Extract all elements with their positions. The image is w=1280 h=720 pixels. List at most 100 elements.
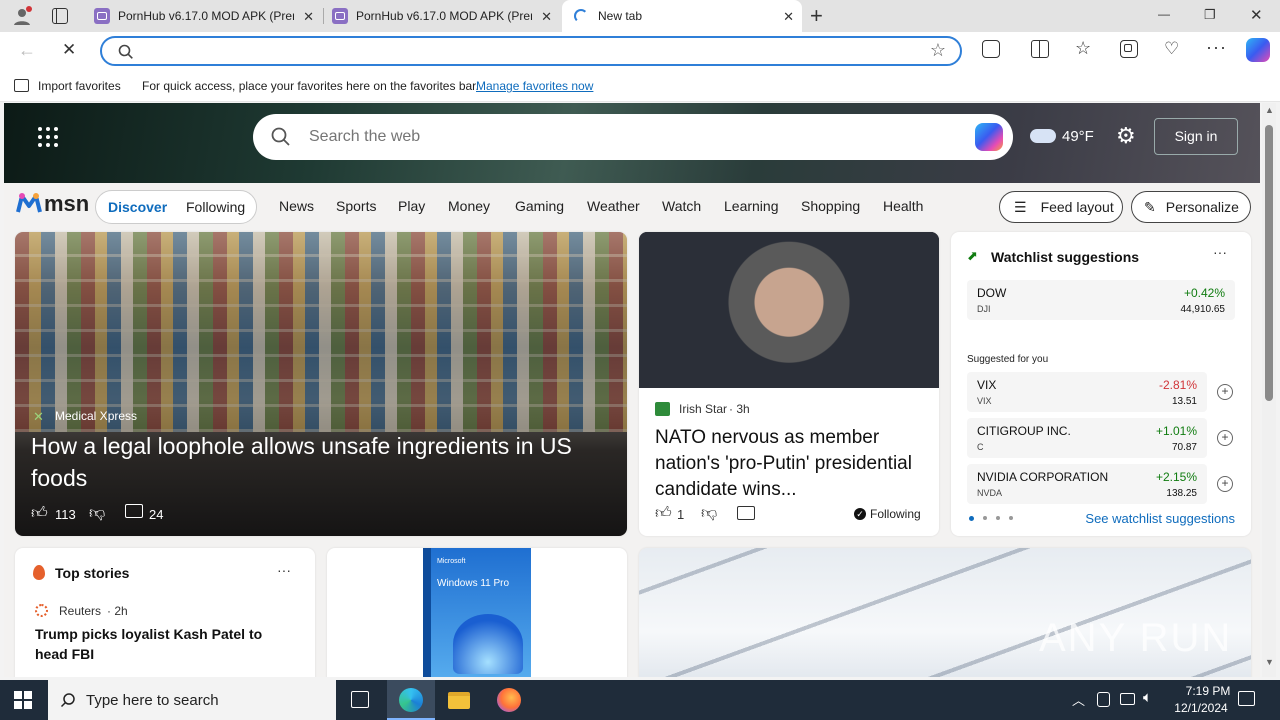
msn-logo[interactable]: msn [16,191,89,217]
like-icon[interactable]: 👍︎ [31,504,48,523]
close-tab-icon[interactable]: ✕ [541,9,552,25]
firefox-icon[interactable] [497,688,521,712]
add-to-watchlist-icon[interactable]: + [1217,476,1233,492]
manage-favorites-link[interactable]: Manage favorites now [476,79,593,93]
story-headline[interactable]: How a legal loophole allows unsafe ingre… [31,430,621,494]
close-tab-icon[interactable]: ✕ [783,9,794,25]
address-input[interactable] [148,41,908,61]
add-to-watchlist-icon[interactable]: + [1217,384,1233,400]
web-search-input[interactable] [309,126,909,148]
show-hidden-icons-icon[interactable]: ︿ [1072,690,1085,709]
restore-button[interactable]: ❐ [1204,7,1216,23]
tab-3-active[interactable]: New tab ✕ [562,0,802,32]
nav-gaming[interactable]: Gaming [515,198,564,214]
web-search-box[interactable] [253,114,1013,160]
stock-name: NVIDIA CORPORATION [977,470,1109,484]
scrollbar-thumb[interactable] [1265,125,1273,401]
ad-card[interactable]: Microsoft Windows 11 Pro [327,548,627,677]
tab-discover[interactable]: Discover [108,199,167,215]
like-icon[interactable]: 👍︎ [655,504,672,523]
fire-icon [33,565,45,580]
tab-1[interactable]: PornHub v6.17.0 MOD APK (Prem ✕ [86,0,322,32]
stock-row-vix[interactable]: VIX VIX -2.81% 13.51 + [967,372,1233,412]
more-options-icon[interactable]: ··· [277,562,291,578]
dislike-icon[interactable]: 👎︎ [701,504,717,523]
nav-news[interactable]: News [279,198,314,214]
minimize-button[interactable]: — [1158,7,1170,21]
back-arrow-icon[interactable]: ← [18,40,36,61]
weather-temp[interactable]: 49°F [1062,128,1094,145]
nav-health[interactable]: Health [883,198,923,214]
tab-2[interactable]: PornHub v6.17.0 MOD APK (Prem ✕ [324,0,560,32]
windows-start-icon[interactable] [14,691,32,709]
edge-taskbar-icon[interactable] [387,680,435,720]
nav-play[interactable]: Play [398,198,425,214]
split-screen-icon[interactable] [1031,40,1049,58]
tab-following[interactable]: Following [186,199,245,215]
address-bar[interactable]: ☆ [100,36,962,66]
favorite-star-icon[interactable]: ☆ [930,40,946,61]
favorites-bar: Import favorites For quick access, place… [0,70,1280,102]
scroll-down-arrow-icon[interactable]: ▼ [1265,657,1274,667]
apps-grid-icon[interactable] [38,127,58,147]
stock-row-nvidia[interactable]: NVIDIA CORPORATION NVDA +2.15% 138.25 + [967,464,1233,504]
stock-change: +2.15% [1155,470,1197,484]
story-card-nato[interactable]: Irish Star · 3h NATO nervous as member n… [639,232,939,536]
story-headline[interactable]: NATO nervous as member nation's 'pro-Put… [655,425,927,503]
stock-price: 13.51 [1171,396,1197,407]
nav-weather[interactable]: Weather [587,198,640,214]
more-menu-icon[interactable]: ··· [1206,37,1227,58]
volume-icon[interactable]: 🔈︎ [1143,689,1152,706]
extensions-icon[interactable] [982,40,1000,58]
favorites-icon[interactable]: ☆ [1075,38,1091,59]
comment-icon[interactable] [737,506,755,520]
story-headline[interactable]: Trump picks loyalist Kash Patel to head … [35,624,297,664]
stop-loading-icon[interactable]: ✕ [62,40,76,60]
nav-watch[interactable]: Watch [662,198,701,214]
clock-date[interactable]: 12/1/2024 [1166,701,1236,715]
comment-icon[interactable] [125,504,143,518]
personalize-button[interactable]: ✎ Personalize [1131,191,1251,223]
copilot-search-icon[interactable] [975,123,1003,151]
comment-count: 24 [149,507,164,522]
close-tab-icon[interactable]: ✕ [303,9,314,25]
stock-row-citigroup[interactable]: CITIGROUP INC. C +1.01% 70.87 + [967,418,1233,458]
import-favorites-button[interactable]: Import favorites [38,79,121,93]
reuters-logo-icon [35,604,48,617]
browser-essentials-icon[interactable]: ♡ [1164,39,1179,59]
copilot-icon[interactable] [1246,38,1270,62]
dislike-icon[interactable]: 👎︎ [89,504,105,523]
nav-learning[interactable]: Learning [724,198,779,214]
settings-gear-icon[interactable]: ⚙ [1116,123,1136,149]
more-options-icon[interactable]: ··· [1213,244,1227,260]
sign-in-button[interactable]: Sign in [1154,118,1238,155]
task-view-icon[interactable] [351,691,369,708]
profile-icon[interactable] [12,6,32,26]
feed-layout-button[interactable]: ☰ Feed layout [999,191,1123,223]
following-label[interactable]: Following [870,507,921,521]
tab-actions-icon[interactable] [52,8,68,24]
nav-money[interactable]: Money [448,198,490,214]
hero-story-card[interactable]: ✕ Medical Xpress How a legal loophole al… [15,232,627,536]
stock-ticker: DJI [977,304,991,314]
stock-ticker: C [977,442,984,452]
nav-sports[interactable]: Sports [336,198,376,214]
see-watchlist-link[interactable]: See watchlist suggestions [1085,511,1235,526]
watchlist-card: ⬈ Watchlist suggestions ··· DOW DJI +0.4… [951,232,1251,536]
taskbar-search-box[interactable]: Type here to search [48,680,336,720]
carousel-dots[interactable] [969,516,1013,521]
nav-shopping[interactable]: Shopping [801,198,860,214]
system-tray-app-icon[interactable] [1097,692,1110,707]
clock-time[interactable]: 7:19 PM [1176,684,1240,698]
close-window-button[interactable]: ✕ [1250,6,1263,24]
add-to-watchlist-icon[interactable]: + [1217,430,1233,446]
collections-icon[interactable] [1120,40,1138,58]
snow-image-card[interactable]: ANY RUN [639,548,1251,677]
network-icon[interactable] [1120,693,1135,705]
scroll-up-arrow-icon[interactable]: ▲ [1265,105,1274,115]
notifications-icon[interactable] [1238,691,1255,706]
page-scrollbar[interactable]: ▲ ▼ [1262,103,1276,677]
file-explorer-icon[interactable] [448,692,470,709]
new-tab-button[interactable]: + [810,3,823,29]
stock-row-dow[interactable]: DOW DJI +0.42% 44,910.65 [967,280,1235,320]
